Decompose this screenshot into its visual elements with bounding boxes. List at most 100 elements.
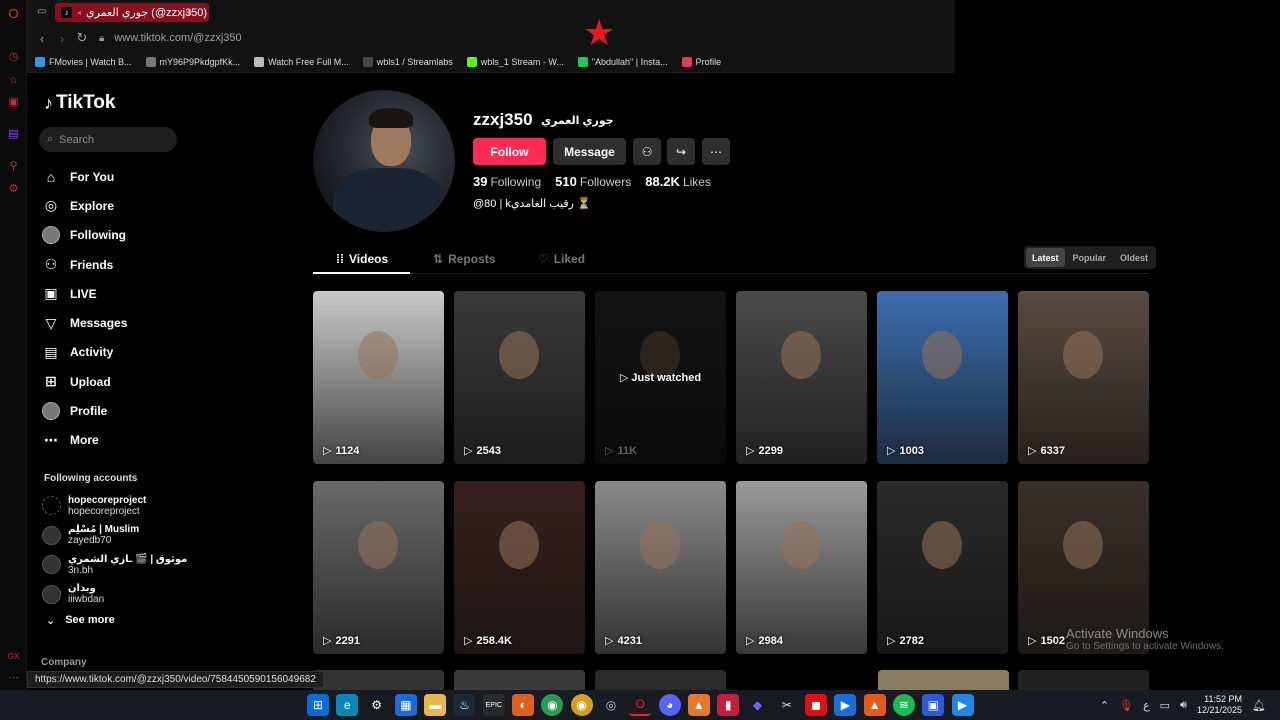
sidebar-item-friends[interactable]: ⚇ Friends (42, 250, 127, 279)
bookmark-item[interactable]: wbls1 / Streamlabs (362, 56, 453, 67)
video-card-partial[interactable] (454, 670, 585, 690)
following-account-item[interactable]: مُسْلِم | Muslim zayedb70 (42, 521, 187, 551)
tab-videos[interactable]: ⁞⁞ Videos (336, 252, 388, 266)
sidebar-item-explore[interactable]: ◎ Explore (42, 191, 127, 220)
app-icon-10[interactable]: ▣ (922, 694, 945, 716)
video-card[interactable]: ▷ 4231 (595, 481, 726, 654)
opera-gx-icon[interactable]: O (629, 694, 652, 716)
sidebar-item-following[interactable]: Following (42, 221, 127, 250)
reload-icon[interactable]: ↻ (73, 30, 91, 46)
new-tab-button[interactable]: + (185, 4, 193, 19)
bookmark-item[interactable]: wbls_1 Stream - W... (466, 56, 564, 67)
bookmark-item[interactable]: "Abdullah" | Insta... (577, 56, 668, 67)
app-icon-2[interactable]: ◎ (600, 694, 622, 716)
share-button[interactable]: ↪ (667, 138, 695, 165)
sort-latest[interactable]: Latest (1026, 248, 1065, 267)
video-card[interactable]: ▷ 2291 (313, 481, 444, 654)
video-card[interactable]: ▷ 2984 (736, 481, 867, 654)
twitch-icon[interactable]: ▤ (6, 127, 21, 142)
video-card-partial[interactable] (313, 670, 444, 690)
spotify-icon[interactable]: ≋ (892, 694, 915, 716)
app-icon-11[interactable]: ▶ (951, 694, 974, 716)
followers-stat[interactable]: 510 Followers (555, 174, 631, 189)
sidebar-item-for-you[interactable]: ⌂ For You (42, 162, 127, 191)
video-card[interactable]: ▷ 6337 (1018, 291, 1149, 464)
video-card[interactable]: ▷ 1124 (313, 291, 444, 464)
sidebar-item-upload[interactable]: ⊞ Upload (42, 367, 127, 396)
sidebar-menu: ⌂ For You ◎ Explore Following ⚇ Friends ▣ LIVE ▽ M… (42, 162, 127, 455)
store-icon[interactable]: ▦ (394, 694, 417, 716)
video-card-partial[interactable] (1018, 670, 1149, 690)
add-friend-button[interactable]: ⚇ (633, 138, 661, 165)
bookmark-item[interactable]: FMovies | Watch B... (35, 56, 132, 67)
message-button[interactable]: Message (553, 138, 626, 165)
steam-icon[interactable]: ♨ (453, 694, 476, 716)
video-card-partial[interactable] (878, 670, 1009, 690)
company-link[interactable]: Company (41, 657, 87, 668)
volume-icon[interactable]: 🔊︎ (1180, 699, 1187, 712)
language-indicator[interactable]: ع (1143, 699, 1150, 712)
epic-games-icon[interactable]: EPIC (482, 694, 505, 716)
notification-icon[interactable]: 🔔︎ (1252, 699, 1266, 712)
sidebar-item-messages[interactable]: ▽ Messages (42, 308, 128, 337)
discord-icon[interactable]: ◕ (658, 694, 681, 716)
search-input[interactable]: ⌕ Search (39, 127, 177, 152)
sidebar-item-profile[interactable]: Profile (42, 396, 127, 425)
app-icon-5[interactable]: ◆ (746, 694, 768, 716)
following-account-item[interactable]: hopecoreproject hopecoreproject (42, 491, 187, 521)
following-stat[interactable]: 39 Following (473, 174, 541, 189)
wallet-icon[interactable]: ⌂ (6, 73, 21, 88)
chevron-up-icon[interactable]: ⌃ (1100, 699, 1109, 712)
tiktok-logo[interactable]: ♪ TikTok (44, 92, 115, 114)
opera-logo-icon[interactable]: O (6, 6, 21, 21)
messenger-icon[interactable]: ▣ (6, 95, 21, 110)
see-more-button[interactable]: ⌄ See more (46, 614, 115, 627)
microphone-icon[interactable]: 🎙︎ (1119, 699, 1133, 712)
following-account-item[interactable]: موثوق | 🎬 ـازي الشمري 3n.bh (42, 550, 187, 580)
sidebar-item-more[interactable]: ⋯ More (42, 426, 127, 455)
file-explorer-icon[interactable]: ▬ (424, 694, 447, 716)
history-icon[interactable]: ◷ (6, 50, 21, 65)
tab-reposts[interactable]: ⇅ Reposts (433, 252, 495, 266)
sidebar-item-activity[interactable]: ▤ Activity (42, 338, 127, 367)
follow-button[interactable]: Follow (473, 138, 546, 165)
following-account-item[interactable]: وبدان iiiwbdan (42, 580, 187, 610)
edge-icon[interactable]: e (336, 694, 359, 716)
forward-icon[interactable]: › (53, 31, 71, 46)
settings-icon[interactable]: ⚙ (6, 182, 21, 197)
video-card[interactable]: ▷ 258.4K (454, 481, 585, 654)
bookmark-item[interactable]: mY96P9PkdgpfKk... (145, 56, 240, 67)
video-card[interactable]: ▷ 2299 (736, 291, 867, 464)
app-icon-8[interactable]: ▶ (834, 694, 857, 716)
tab-liked[interactable]: ♡ Liked (538, 252, 585, 266)
app-icon-9[interactable]: ▲ (863, 694, 886, 716)
app-icon-3[interactable]: ▲ (687, 694, 710, 716)
gx-icon[interactable]: GX (6, 649, 21, 664)
clock[interactable]: 11:52 PM 12/21/2025 (1197, 694, 1242, 716)
app-icon-7[interactable]: ◼ (805, 694, 828, 716)
more-icon[interactable]: ⋯ (6, 671, 21, 686)
app-icon-4[interactable]: ▮ (717, 694, 740, 716)
bookmark-item[interactable]: Profile (681, 56, 721, 67)
pin-icon[interactable]: ⚲ (6, 159, 21, 174)
video-card[interactable]: ▷ 2543 (454, 291, 585, 464)
back-icon[interactable]: ‹ (33, 31, 51, 46)
video-card-partial[interactable] (595, 670, 726, 690)
sidebar-item-live[interactable]: ▣ LIVE (42, 279, 127, 308)
network-icon[interactable]: ▭ (1160, 699, 1170, 712)
tabs-overview-icon[interactable]: ▭ (37, 6, 46, 17)
bookmark-item[interactable]: Watch Free Full M... (254, 56, 349, 67)
url-field[interactable]: www.tiktok.com/@zzxj350 (114, 32, 241, 44)
app-icon-6[interactable]: ✂ (776, 694, 798, 716)
sort-popular[interactable]: Popular (1067, 248, 1113, 267)
video-card[interactable]: ▷ Just watched ▷ 11K (595, 291, 726, 464)
settings-icon[interactable]: ⚙ (366, 694, 388, 716)
start-icon[interactable]: ⊞ (307, 694, 329, 716)
video-card[interactable]: ▷ 1003 (877, 291, 1008, 464)
chrome-canary-icon[interactable]: ◉ (570, 694, 593, 716)
more-options-button[interactable]: ⋯ (702, 138, 730, 165)
chrome-icon[interactable]: ◉ (541, 694, 564, 716)
app-icon[interactable]: ◐ (512, 694, 535, 716)
video-card[interactable]: ▷ 2782 (877, 481, 1008, 654)
sort-oldest[interactable]: Oldest (1114, 248, 1154, 267)
